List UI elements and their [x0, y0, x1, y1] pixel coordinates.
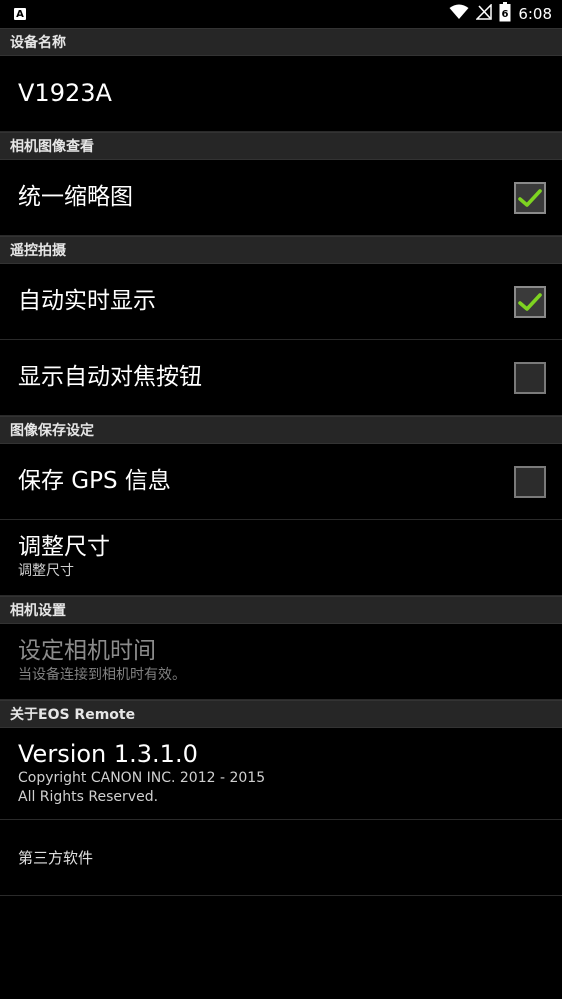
copyright-text: Copyright CANON INC. 2012 - 2015 [18, 770, 266, 786]
rights-text: All Rights Reserved. [18, 788, 159, 805]
section-header-camera-view: 相机图像查看 [0, 132, 562, 160]
section-header-camera-settings: 相机设置 [0, 596, 562, 624]
device-name-value: V1923A [18, 79, 112, 108]
resize-summary: 调整尺寸 [18, 562, 74, 579]
section-header-image-save: 图像保存设定 [0, 416, 562, 444]
save-gps-label: 保存 GPS 信息 [18, 467, 171, 494]
notification-a-icon: A [14, 8, 26, 20]
unified-thumbnail-checkbox[interactable] [514, 181, 546, 214]
version-row[interactable]: Version 1.3.1.0 Copyright CANON INC. 201… [0, 728, 562, 820]
unified-thumbnail-label: 统一缩略图 [18, 183, 133, 210]
auto-live-view-checkbox[interactable] [514, 285, 546, 318]
show-af-button-row[interactable]: 显示自动对焦按钮 [0, 340, 562, 416]
status-bar: A 6 6:08 [0, 0, 562, 28]
set-camera-time-summary: 当设备连接到相机时有效。 [18, 666, 186, 683]
show-af-button-label: 显示自动对焦按钮 [18, 363, 202, 390]
version-label: Version 1.3.1.0 [18, 740, 198, 769]
status-time: 6:08 [518, 5, 552, 23]
set-camera-time-row[interactable]: 设定相机时间 当设备连接到相机时有效。 [0, 624, 562, 700]
set-camera-time-label: 设定相机时间 [18, 638, 156, 665]
resize-row[interactable]: 调整尺寸 调整尺寸 [0, 520, 562, 596]
show-af-button-checkbox[interactable] [514, 361, 546, 394]
battery-icon: 6 [499, 2, 511, 26]
third-party-software-label: 第三方软件 [18, 849, 94, 867]
device-name-row[interactable]: V1923A [0, 56, 562, 132]
section-header-about: 关于EOS Remote [0, 700, 562, 728]
checkmark-icon [518, 292, 542, 311]
checkmark-icon [518, 188, 542, 207]
svg-text:6: 6 [502, 9, 509, 20]
save-gps-row[interactable]: 保存 GPS 信息 [0, 444, 562, 520]
save-gps-checkbox[interactable] [514, 465, 546, 498]
auto-live-view-row[interactable]: 自动实时显示 [0, 264, 562, 340]
resize-label: 调整尺寸 [18, 534, 110, 561]
unified-thumbnail-row[interactable]: 统一缩略图 [0, 160, 562, 236]
wifi-icon [449, 4, 469, 24]
signal-icon [475, 3, 493, 24]
section-header-remote-shooting: 遥控拍摄 [0, 236, 562, 264]
section-header-device-name: 设备名称 [0, 28, 562, 56]
third-party-software-row[interactable]: 第三方软件 [0, 820, 562, 896]
auto-live-view-label: 自动实时显示 [18, 287, 156, 314]
